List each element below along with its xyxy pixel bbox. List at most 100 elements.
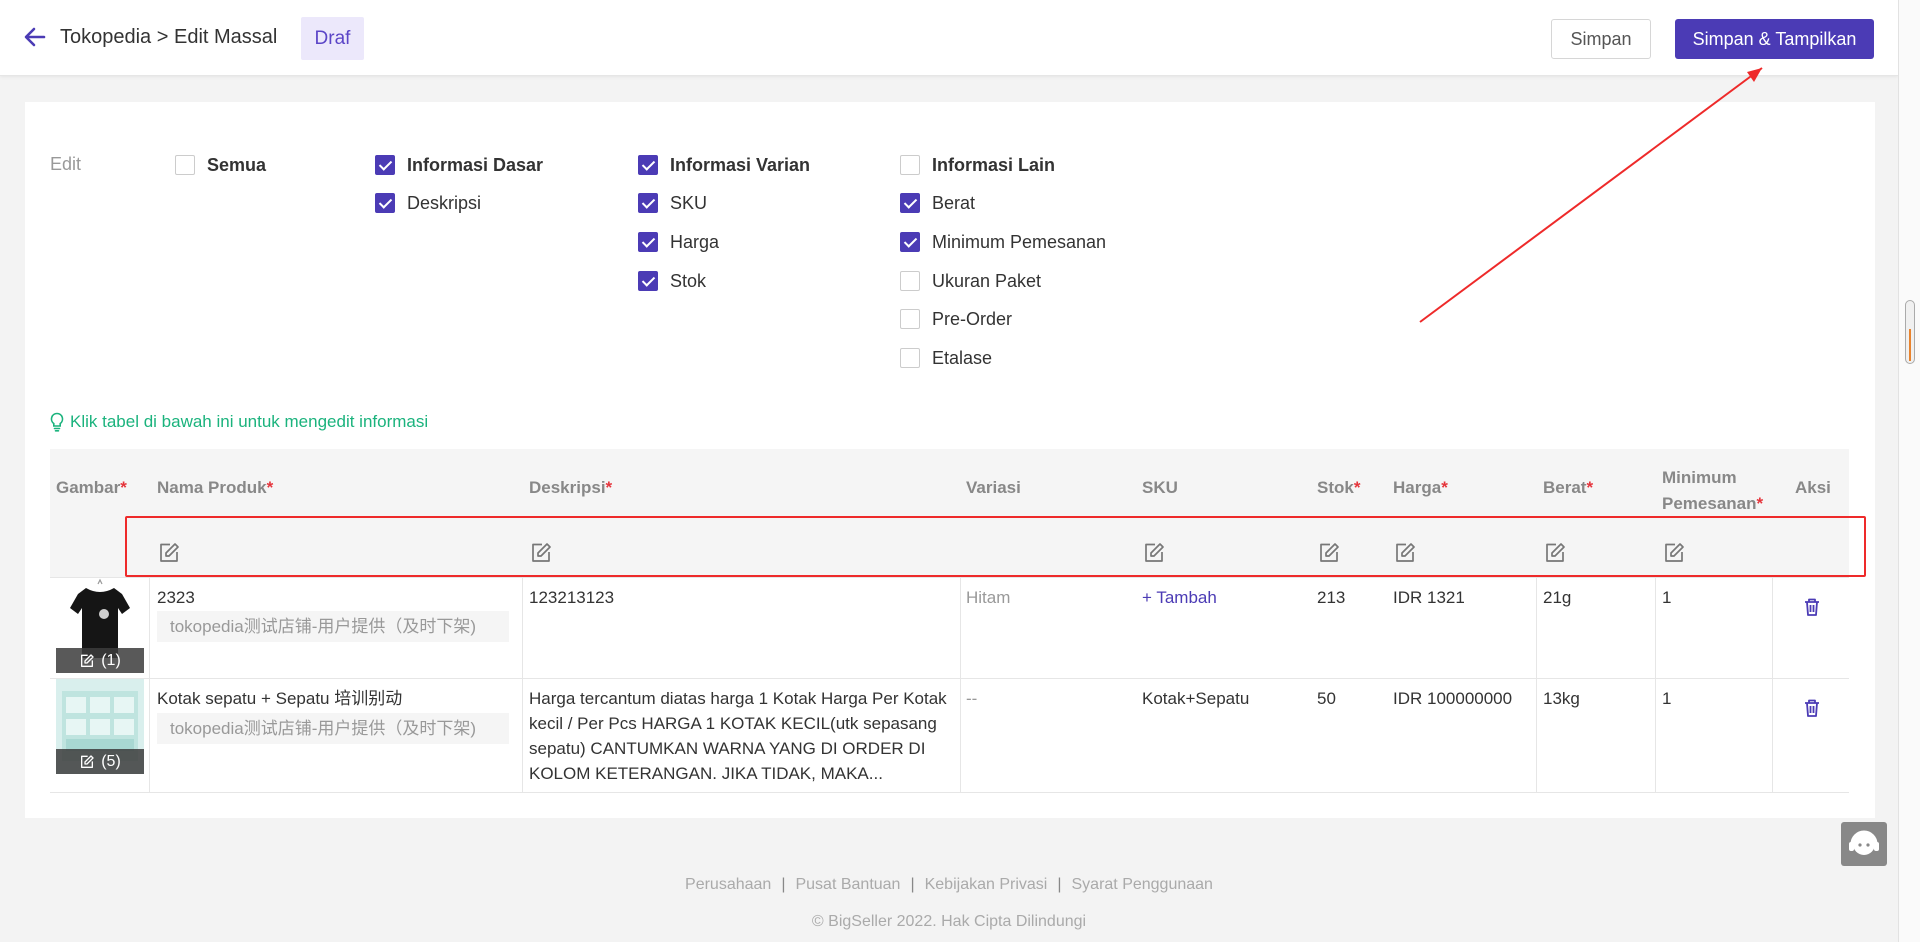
footer-links: Perusahaan | Pusat Bantuan | Kebijakan Priva… xyxy=(0,876,1898,894)
footer-link-syarat-penggunaan[interactable]: Syarat Penggunaan xyxy=(1072,876,1213,893)
checkbox[interactable] xyxy=(900,232,920,252)
tip-label: Klik tabel di bawah ini untuk mengedit i… xyxy=(70,412,429,431)
option-berat[interactable]: Berat xyxy=(900,191,975,215)
back-arrow-icon[interactable] xyxy=(22,24,48,50)
weight-value[interactable]: 21g xyxy=(1543,585,1571,610)
divider xyxy=(1655,578,1656,792)
option-informasi-lain[interactable]: Informasi Lain xyxy=(900,153,1055,177)
option-label: Berat xyxy=(932,192,976,213)
checkbox[interactable] xyxy=(900,193,920,213)
option-sku[interactable]: SKU xyxy=(638,191,707,215)
divider xyxy=(50,577,1849,578)
store-tag: tokopedia测试店铺-用户提供（及时下架) xyxy=(157,611,509,642)
chat-support-button[interactable] xyxy=(1841,822,1887,866)
checkbox[interactable] xyxy=(900,271,920,291)
column-nama-produk: Nama Produk* xyxy=(157,478,274,497)
checkbox[interactable] xyxy=(375,155,395,175)
option-label: Informasi Dasar xyxy=(407,154,544,175)
edit-icon[interactable] xyxy=(79,754,95,770)
breadcrumb: Tokopedia > Edit Massal xyxy=(60,26,278,48)
divider xyxy=(149,578,150,792)
product-image[interactable]: (1) xyxy=(56,578,144,673)
option-harga[interactable]: Harga xyxy=(638,230,719,254)
option-label: Stok xyxy=(670,270,707,291)
product-description[interactable]: Harga tercantum diatas harga 1 Kotak Har… xyxy=(529,686,954,786)
product-description[interactable]: 123213123 xyxy=(529,585,614,610)
status-badge: Draf xyxy=(301,17,364,60)
vertical-scrollbar[interactable] xyxy=(1898,0,1920,942)
stock-value[interactable]: 213 xyxy=(1317,585,1345,610)
variation-value: Hitam xyxy=(966,588,1011,607)
column-deskripsi: Deskripsi* xyxy=(529,478,613,497)
checkbox[interactable] xyxy=(375,193,395,213)
checkbox[interactable] xyxy=(638,232,658,252)
column-berat: Berat* xyxy=(1543,478,1594,497)
divider xyxy=(1772,578,1773,792)
option-label: Harga xyxy=(670,231,720,252)
weight-value[interactable]: 13kg xyxy=(1543,686,1580,711)
checkbox[interactable] xyxy=(175,155,195,175)
column-gambar: Gambar* xyxy=(56,478,127,497)
scrollbar-thumb[interactable] xyxy=(1905,300,1915,364)
checkbox[interactable] xyxy=(900,348,920,368)
add-sku-link[interactable]: + Tambah xyxy=(1142,585,1217,610)
checkbox[interactable] xyxy=(638,271,658,291)
save-button[interactable]: Simpan xyxy=(1551,19,1651,59)
edit-label: Edit xyxy=(50,154,82,174)
save-and-show-button[interactable]: Simpan & Tampilkan xyxy=(1675,19,1874,59)
stock-value[interactable]: 50 xyxy=(1317,686,1336,711)
column-sku: SKU xyxy=(1142,478,1178,497)
price-value[interactable]: IDR 1321 xyxy=(1393,585,1465,610)
min-order-value[interactable]: 1 xyxy=(1662,686,1671,711)
option-informasi-varian[interactable]: Informasi Varian xyxy=(638,153,810,177)
separator: | xyxy=(910,876,915,893)
price-value[interactable]: IDR 100000000 xyxy=(1393,686,1512,711)
footer-link-perusahaan[interactable]: Perusahaan xyxy=(685,876,771,893)
product-name[interactable]: 2323 xyxy=(157,585,195,610)
option-informasi-dasar[interactable]: Informasi Dasar xyxy=(375,153,543,177)
option-label: Semua xyxy=(207,154,267,175)
variation-value: -- xyxy=(966,689,978,708)
min-order-value[interactable]: 1 xyxy=(1662,585,1671,610)
column-harga: Harga* xyxy=(1393,478,1448,497)
option-ukuran-paket[interactable]: Ukuran Paket xyxy=(900,269,1041,293)
option-label: Deskripsi xyxy=(407,192,482,213)
column-minimum-pemesanan: Minimum Pemesanan* xyxy=(1662,468,1764,513)
option-semua[interactable]: Semua xyxy=(175,153,266,177)
column-variasi: Variasi xyxy=(966,478,1021,497)
divider xyxy=(50,678,1849,679)
option-pre-order[interactable]: Pre-Order xyxy=(900,307,1012,331)
checkbox[interactable] xyxy=(900,309,920,329)
product-name[interactable]: Kotak sepatu + Sepatu 培训别动 xyxy=(157,686,402,711)
option-label: Minimum Pemesanan xyxy=(932,231,1107,252)
option-etalase[interactable]: Etalase xyxy=(900,346,992,370)
option-label: Ukuran Paket xyxy=(932,270,1042,291)
divider xyxy=(960,578,961,792)
checkbox[interactable] xyxy=(638,193,658,213)
product-image[interactable]: (5) xyxy=(56,679,144,774)
option-stok[interactable]: Stok xyxy=(638,269,706,293)
checkbox[interactable] xyxy=(638,155,658,175)
divider xyxy=(522,578,523,792)
footer-link-pusat-bantuan[interactable]: Pusat Bantuan xyxy=(795,876,900,893)
annotation-arrow xyxy=(1419,67,1763,323)
column-stok: Stok* xyxy=(1317,478,1361,497)
option-label: Etalase xyxy=(932,347,993,368)
trash-icon[interactable] xyxy=(1801,596,1823,618)
image-count-bar: (1) xyxy=(56,648,144,673)
annotation-highlight-box xyxy=(125,516,1866,577)
sku-value[interactable]: Kotak+Sepatu xyxy=(1142,686,1249,711)
image-count: (1) xyxy=(101,651,121,669)
edit-icon[interactable] xyxy=(79,653,95,669)
option-deskripsi[interactable]: Deskripsi xyxy=(375,191,481,215)
trash-icon[interactable] xyxy=(1801,697,1823,719)
checkbox[interactable] xyxy=(900,155,920,175)
footer-link-kebijakan-privasi[interactable]: Kebijakan Privasi xyxy=(925,876,1048,893)
option-label: SKU xyxy=(670,192,708,213)
image-count-bar: (5) xyxy=(56,749,144,774)
option-label: Informasi Varian xyxy=(670,154,811,175)
separator: | xyxy=(1057,876,1062,893)
option-minimum-pemesanan[interactable]: Minimum Pemesanan xyxy=(900,230,1106,254)
image-count: (5) xyxy=(101,752,121,770)
store-tag: tokopedia测试店铺-用户提供（及时下架) xyxy=(157,713,509,744)
